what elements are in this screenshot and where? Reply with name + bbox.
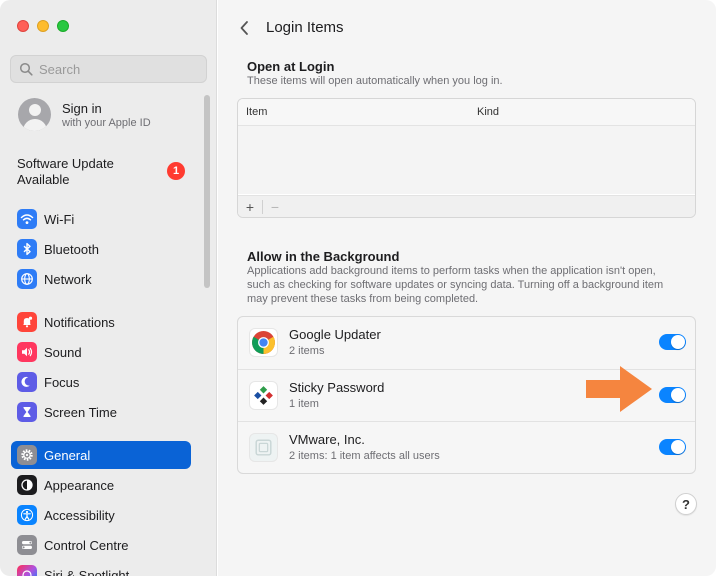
speaker-icon (17, 342, 37, 362)
sidebar-item-sound[interactable]: Sound (11, 338, 191, 366)
remove-button[interactable]: − (263, 196, 287, 218)
sidebar-signin[interactable]: Sign in with your Apple ID (18, 98, 151, 131)
sidebar-item-screen-time[interactable]: Screen Time (11, 398, 191, 426)
update-badge: 1 (167, 162, 185, 180)
search-input[interactable] (39, 61, 199, 77)
siri-icon (17, 565, 37, 576)
bell-icon (17, 312, 37, 332)
close-icon[interactable] (17, 20, 29, 32)
traffic-lights (17, 20, 69, 32)
arrow-right-icon (586, 366, 652, 412)
chevron-left-icon (240, 21, 248, 35)
sidebar-item-label: Control Centre (44, 537, 129, 553)
back-button[interactable] (234, 18, 254, 38)
signin-subtitle: with your Apple ID (62, 116, 151, 129)
control-centre-icon (17, 535, 37, 555)
avatar (18, 98, 51, 131)
column-header-kind[interactable]: Kind (477, 106, 499, 118)
google-chrome-icon (249, 328, 278, 357)
sidebar-item-label: Network (44, 271, 92, 287)
moon-icon (17, 372, 37, 392)
sidebar-item-label: Notifications (44, 314, 115, 330)
globe-icon (17, 269, 37, 289)
app-name: Google Updater (289, 327, 381, 342)
sidebar-item-notifications[interactable]: Notifications (11, 308, 191, 336)
minimize-icon[interactable] (37, 20, 49, 32)
background-description: Applications add background items to per… (247, 265, 664, 305)
sticky-password-icon (249, 381, 278, 410)
open-at-login-title: Open at Login (247, 59, 335, 74)
app-subtitle: 2 items: 1 item affects all users (289, 450, 440, 462)
sidebar-item-label: Sound (44, 344, 82, 360)
sticky-password-toggle[interactable] (659, 387, 686, 403)
app-subtitle: 2 items (289, 345, 325, 357)
sidebar-item-appearance[interactable]: Appearance (11, 471, 191, 499)
app-name: VMware, Inc. (289, 432, 365, 447)
login-items-table[interactable]: Item Kind + − (237, 98, 696, 218)
list-item: Google Updater 2 items (238, 317, 695, 369)
sidebar-item-focus[interactable]: Focus (11, 368, 191, 396)
sidebar-item-label: Accessibility (44, 507, 115, 523)
add-button[interactable]: + (238, 196, 262, 218)
sidebar-item-label: Appearance (44, 477, 115, 493)
page-title: Login Items (266, 19, 344, 36)
column-header-item[interactable]: Item (246, 106, 267, 118)
signin-title: Sign in (62, 100, 102, 116)
hourglass-icon (17, 402, 37, 422)
sidebar-item-software-update[interactable]: Software Update Available 1 (17, 156, 187, 188)
sidebar-item-control-centre[interactable]: Control Centre (11, 531, 191, 559)
vmware-toggle[interactable] (659, 439, 686, 455)
software-update-label: Software Update Available (17, 156, 114, 187)
help-button[interactable]: ? (675, 493, 697, 515)
sidebar-item-label: Screen Time (44, 404, 117, 420)
sidebar-item-label: General (44, 447, 91, 463)
accessibility-icon (17, 505, 37, 525)
sidebar-item-siri-spotlight[interactable]: Siri & Spotlight (11, 561, 191, 576)
table-footer: + − (238, 195, 695, 217)
maximize-icon[interactable] (57, 20, 69, 32)
google-updater-toggle[interactable] (659, 334, 686, 350)
app-name: Sticky Password (289, 380, 385, 395)
sidebar: Sign in with your Apple ID Software Upda… (0, 0, 217, 576)
open-at-login-description: These items will open automatically when… (247, 75, 503, 87)
sidebar-item-label: Siri & Spotlight (44, 567, 130, 576)
sidebar-item-label: Bluetooth (44, 241, 99, 257)
appearance-icon (17, 475, 37, 495)
bluetooth-icon (17, 239, 37, 259)
sidebar-item-bluetooth[interactable]: Bluetooth (11, 235, 191, 263)
vmware-icon (249, 433, 278, 462)
list-item: VMware, Inc. 2 items: 1 item affects all… (238, 421, 695, 473)
sidebar-item-general[interactable]: General (11, 441, 191, 469)
table-body (238, 126, 695, 194)
sidebar-item-label: Focus (44, 374, 80, 390)
background-title: Allow in the Background (247, 249, 400, 264)
sidebar-item-label: Wi-Fi (44, 211, 75, 227)
gear-icon (17, 445, 37, 465)
table-header: Item Kind (238, 99, 695, 126)
main-pane: Login Items Open at Login These items wi… (218, 0, 716, 576)
app-subtitle: 1 item (289, 398, 319, 410)
sidebar-item-network[interactable]: Network (11, 265, 191, 293)
wifi-icon (17, 209, 37, 229)
sidebar-item-accessibility[interactable]: Accessibility (11, 501, 191, 529)
sidebar-item-wifi[interactable]: Wi-Fi (11, 205, 191, 233)
search-icon (19, 62, 33, 76)
settings-window: Sign in with your Apple ID Software Upda… (0, 0, 716, 576)
search-box[interactable] (10, 55, 207, 83)
sidebar-scrollbar[interactable] (204, 95, 210, 288)
